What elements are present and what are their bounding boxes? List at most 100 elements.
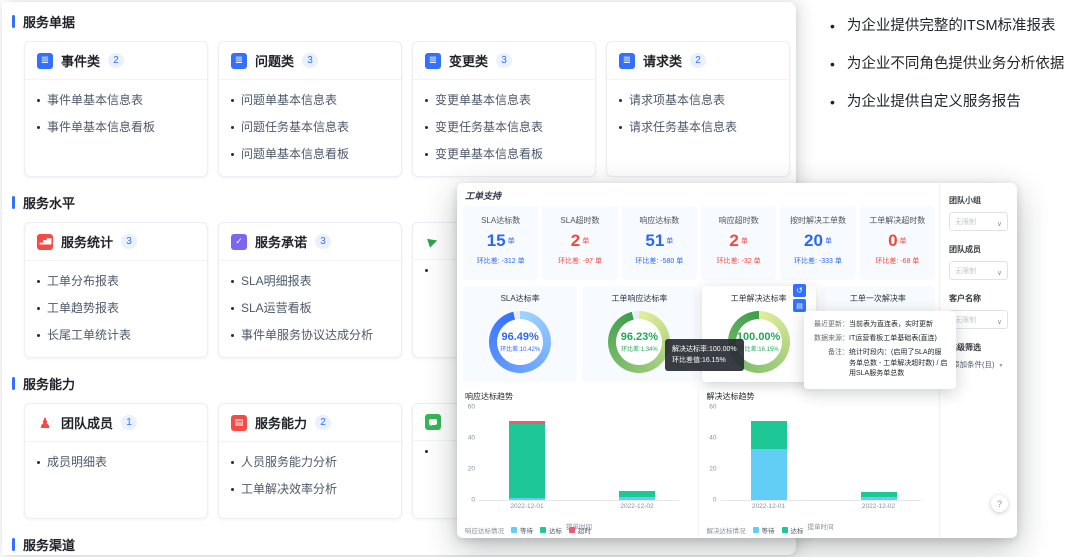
bullet-dot (425, 126, 428, 129)
help-button[interactable] (991, 495, 1008, 512)
y-tick-label: 0 (713, 497, 717, 504)
popup-row: 最近更新： 当前表为直连表，实时更新 (812, 320, 948, 331)
category-title: 事件类 (61, 51, 100, 70)
report-link[interactable]: 成员明细表 (37, 453, 195, 470)
report-link[interactable]: 问题任务基本信息表 (231, 118, 389, 135)
doc-blue-icon (231, 53, 247, 69)
report-link[interactable]: 工单趋势报表 (37, 299, 195, 316)
legend-item-达标[interactable]: 达标 (540, 525, 562, 535)
popup-row-label: 数据来源： (812, 334, 849, 345)
filter-label: 客户名称 (949, 293, 1008, 304)
trend-chart: 响应达标趋势 02040602022-12-012022-12-02 提单时间 … (457, 389, 698, 537)
report-category-card: 服务承诺 3 SLA明细报表 SLA运营看板 事件单服务协议达成分析 (218, 222, 402, 358)
report-link[interactable]: 事件单基本信息看板 (37, 118, 195, 135)
report-link[interactable]: 事件单基本信息表 (37, 91, 195, 108)
legend-swatch (540, 527, 546, 533)
report-category-card: 问题类 3 问题单基本信息表 问题任务基本信息表 问题单基本信息看板 (218, 41, 402, 177)
kpi-label: 响应达标数 (622, 215, 697, 226)
report-link[interactable]: 工单解决效率分析 (231, 480, 389, 497)
gauge-value: 96.49% (501, 331, 538, 343)
report-link[interactable]: 请求任务基本信息表 (619, 118, 777, 135)
report-link-label: 事件单基本信息看板 (47, 118, 155, 135)
kpi-label: 工单解决超时数 (860, 215, 935, 226)
table-icon[interactable] (793, 299, 806, 312)
y-tick-label: 60 (468, 404, 475, 411)
report-link-label: 问题单基本信息表 (241, 91, 337, 108)
report-link[interactable]: SLA运营看板 (231, 299, 389, 316)
bar-segment-达标 (751, 421, 787, 449)
report-section: 服务渠道 自助服务 1 智能助理分析看板 人工客服 1 人工客服分析看板 呼叫中… (2, 535, 796, 555)
filter-label: 团队成员 (949, 244, 1008, 255)
legend-label: 达标 (549, 525, 562, 535)
refresh-icon[interactable] (793, 284, 806, 297)
gauge-label: 工单响应达标率 (582, 293, 696, 304)
report-link[interactable]: 事件单服务协议达成分析 (231, 326, 389, 343)
bullet-dot (425, 450, 428, 453)
bullet-dot (231, 99, 234, 102)
page: 服务单据 事件类 2 事件单基本信息表 事件单基本信息看板 问题类 3 问题单基… (0, 0, 1080, 557)
report-link[interactable]: 工单分布报表 (37, 272, 195, 289)
report-list: 人员服务能力分析 工单解决效率分析 (219, 442, 401, 511)
book-red-icon (231, 415, 247, 431)
report-category-card: 事件类 2 事件单基本信息表 事件单基本信息看板 (24, 41, 208, 177)
kpi-card: 工单解决超时数 0单 环比差: -68 单 (860, 206, 935, 280)
x-tick-label: 2022-12-01 (752, 503, 785, 510)
category-count-badge: 3 (302, 53, 318, 68)
kpi-card: SLA达标数 15单 环比差: -312 单 (463, 206, 538, 280)
chevron-down-icon (997, 262, 1002, 280)
popup-row-label: 最近更新： (812, 320, 849, 331)
bullet-dot (425, 269, 428, 272)
filter-list: 团队小组 无限制 团队成员 无限制 客户名称 无限制 (949, 195, 1008, 329)
category-card-header: 请求类 2 (607, 42, 789, 80)
filter-select[interactable]: 无限制 (949, 310, 1008, 329)
report-link[interactable]: 问题单基本信息看板 (231, 145, 389, 162)
advanced-filter-label: 高级筛选 (949, 342, 1008, 353)
feature-bullet-list: 为企业提供完整的ITSM标准报表为企业不同角色提供业务分析依据为企业提供自定义服… (830, 16, 1076, 130)
report-link[interactable]: 问题单基本信息表 (231, 91, 389, 108)
category-title: 服务承诺 (255, 232, 307, 251)
donut-ring: 96.23% 环比差:1.34% (608, 311, 670, 373)
legend-item-超时[interactable]: 超时 (569, 525, 591, 535)
bar-segment-等待 (751, 449, 787, 500)
section-header: 服务单据 (12, 12, 796, 31)
legend-item-等待[interactable]: 等待 (511, 525, 533, 535)
gauge-delta: 环比差:10.42% (500, 344, 540, 353)
filter-group: 客户名称 无限制 (949, 293, 1008, 329)
kpi-value: 0单 (860, 232, 935, 249)
category-count-badge: 3 (315, 234, 331, 249)
category-count-badge: 3 (121, 234, 137, 249)
check-purple-icon (231, 234, 247, 250)
report-link[interactable]: 变更任务基本信息表 (425, 118, 583, 135)
feature-bullet: 为企业提供完整的ITSM标准报表 (830, 16, 1076, 37)
legend-item-达标[interactable]: 达标 (782, 525, 804, 535)
category-title: 服务统计 (61, 232, 113, 251)
legend-item-等待[interactable]: 等待 (753, 525, 775, 535)
stacked-bar (751, 421, 787, 500)
report-link-label: 事件单服务协议达成分析 (241, 326, 373, 343)
category-card-header: 事件类 2 (25, 42, 207, 80)
stacked-bar (861, 492, 897, 500)
chart-title: 响应达标趋势 (465, 391, 698, 402)
filter-select[interactable]: 无限制 (949, 212, 1008, 231)
chart-legend: 响应达标情况 等待达标超时 (465, 525, 591, 535)
report-link[interactable]: 变更单基本信息表 (425, 91, 583, 108)
feature-bullet: 为企业提供自定义服务报告 (830, 92, 1076, 113)
report-link[interactable]: 请求项基本信息表 (619, 91, 777, 108)
legend-label: 等待 (520, 525, 533, 535)
report-link[interactable]: 长尾工单统计表 (37, 326, 195, 343)
filter-select[interactable]: 无限制 (949, 261, 1008, 280)
filter-label: 团队小组 (949, 195, 1008, 206)
report-link[interactable]: 变更单基本信息看板 (425, 145, 583, 162)
report-link[interactable]: SLA明细报表 (231, 272, 389, 289)
category-card-header: 服务统计 3 (25, 223, 207, 261)
bullet-dot (425, 99, 428, 102)
filter-value: 无限制 (955, 315, 976, 325)
dashboard-overlay: 工单支持 SLA达标数 15单 环比差: -312 单 SLA超时数 2单 环比… (457, 183, 1017, 538)
add-condition-dropdown[interactable]: 添加条件(且) (952, 359, 1008, 370)
report-link-label: SLA运营看板 (241, 299, 312, 316)
plane-green-icon (425, 233, 441, 249)
charts-row: 响应达标趋势 02040602022-12-012022-12-02 提单时间 … (457, 389, 939, 537)
report-category-card: 变更类 3 变更单基本信息表 变更任务基本信息表 变更单基本信息看板 (412, 41, 596, 177)
report-link[interactable]: 人员服务能力分析 (231, 453, 389, 470)
y-tick-label: 20 (468, 466, 475, 473)
